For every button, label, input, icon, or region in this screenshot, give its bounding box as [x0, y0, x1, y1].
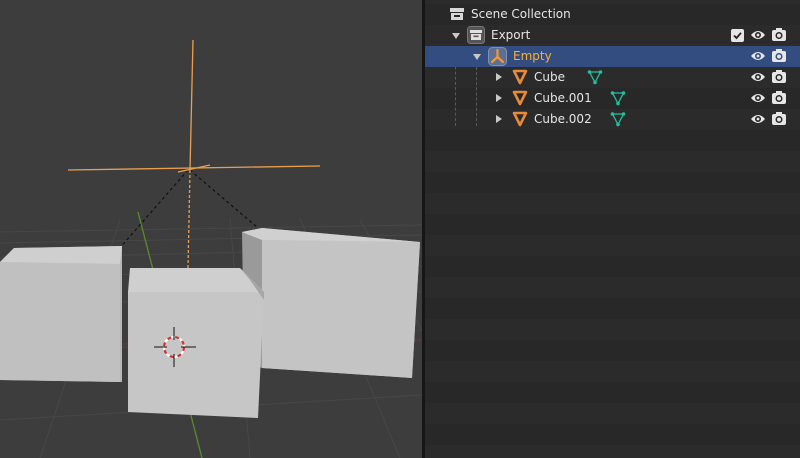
- mesh-data-icon[interactable]: [610, 111, 626, 127]
- cube-left[interactable]: [0, 246, 122, 382]
- eye-icon[interactable]: [750, 49, 766, 63]
- empty-label: Empty: [513, 49, 552, 63]
- export-label: Export: [491, 28, 531, 42]
- chevron-right-icon[interactable]: [496, 94, 502, 102]
- chevron-right-icon[interactable]: [496, 115, 502, 123]
- eye-icon[interactable]: [750, 91, 766, 105]
- eye-icon[interactable]: [750, 112, 766, 126]
- chevron-right-icon[interactable]: [496, 73, 502, 81]
- mesh-object-icon: [512, 111, 528, 127]
- cube-center[interactable]: [128, 268, 264, 418]
- outliner-row-scene-collection[interactable]: Scene Collection: [425, 4, 800, 25]
- empty-object-icon: [488, 47, 507, 66]
- blender-window: Scene Collection Export Empty Cube Cube.…: [0, 0, 800, 458]
- outliner-row-cube-002[interactable]: Cube.002: [425, 109, 800, 130]
- camera-icon[interactable]: [771, 48, 787, 63]
- cube-001-label: Cube.001: [534, 91, 592, 105]
- collection-icon: [467, 26, 485, 44]
- outliner-row-cube[interactable]: Cube: [425, 67, 800, 88]
- outliner-row-empty[interactable]: Empty: [425, 46, 800, 67]
- eye-icon[interactable]: [750, 28, 766, 42]
- chevron-down-icon[interactable]: [452, 33, 460, 39]
- checkbox-icon[interactable]: [731, 29, 744, 42]
- camera-icon[interactable]: [771, 27, 787, 42]
- mesh-object-icon: [512, 90, 528, 106]
- mesh-data-icon[interactable]: [587, 69, 603, 85]
- mesh-data-icon[interactable]: [610, 90, 626, 106]
- outliner-panel: Scene Collection Export Empty Cube Cube.…: [425, 0, 800, 458]
- cube-002-label: Cube.002: [534, 112, 592, 126]
- scene-collection-icon: [450, 8, 464, 20]
- camera-icon[interactable]: [771, 69, 787, 84]
- scene-collection-label: Scene Collection: [471, 7, 571, 21]
- cube-label: Cube: [534, 70, 565, 84]
- eye-icon[interactable]: [750, 70, 766, 84]
- outliner-row-export[interactable]: Export: [425, 25, 800, 46]
- cube-right[interactable]: [242, 228, 420, 378]
- parent-relationship-lines: [117, 169, 259, 251]
- viewport-canvas[interactable]: [0, 0, 422, 458]
- outliner-row-cube-001[interactable]: Cube.001: [425, 88, 800, 109]
- 3d-viewport[interactable]: [0, 0, 422, 458]
- mesh-object-icon: [512, 69, 528, 85]
- chevron-down-icon[interactable]: [473, 54, 481, 60]
- camera-icon[interactable]: [771, 111, 787, 126]
- camera-icon[interactable]: [771, 90, 787, 105]
